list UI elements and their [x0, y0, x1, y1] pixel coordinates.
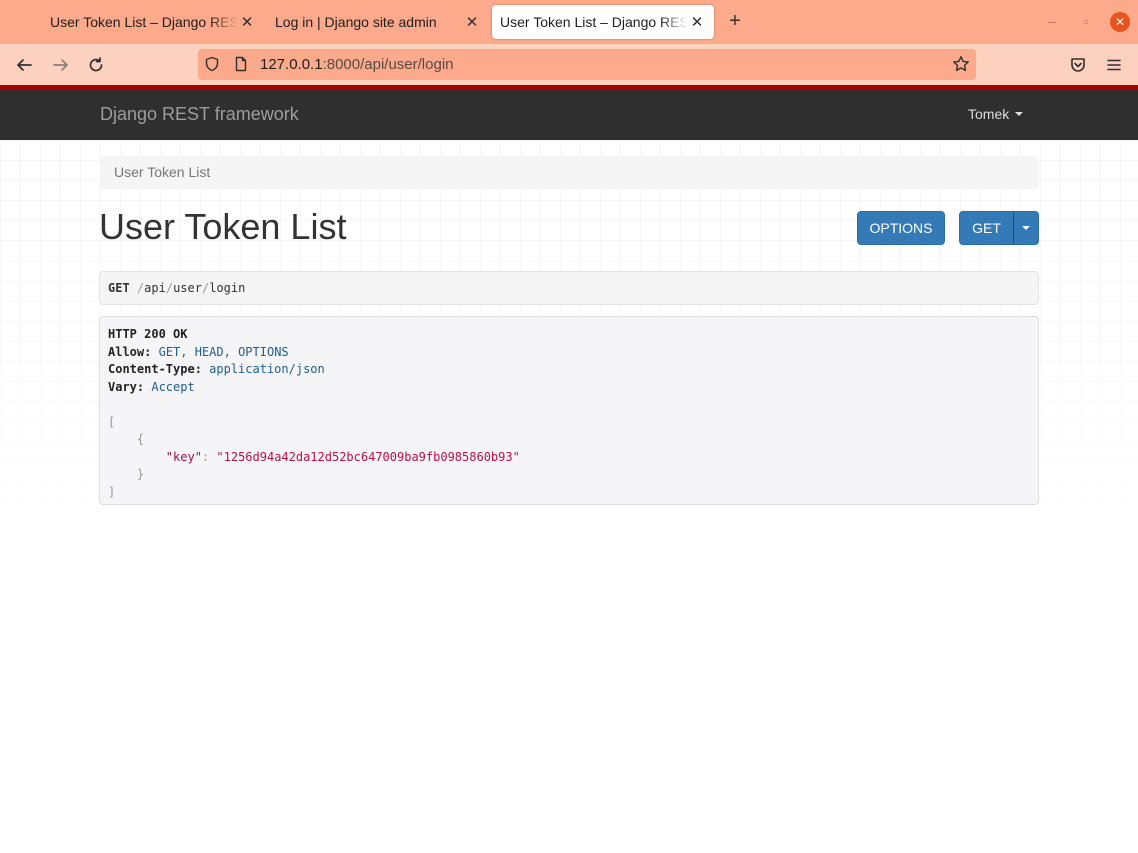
browser-nav-bar: 127.0.0.1:8000/api/user/login [0, 44, 1138, 85]
tab-title: User Token List – Django REST framework [500, 14, 688, 30]
browser-tab-bar: User Token List – Django REST framework … [0, 0, 1138, 44]
path-segment: user [173, 281, 202, 295]
brand-link[interactable]: Django REST framework [100, 104, 299, 125]
close-tab-icon[interactable]: ✕ [238, 13, 256, 31]
breadcrumb: User Token List [100, 156, 1039, 189]
header-value: application/json [209, 362, 325, 376]
back-arrow-icon[interactable] [11, 52, 37, 78]
page-icon[interactable] [233, 56, 249, 77]
browser-tab[interactable]: Log in | Django site admin ✕ [267, 5, 489, 39]
json-key: "key" [165, 449, 202, 464]
path-segment: login [209, 281, 246, 295]
hamburger-menu-icon[interactable] [1101, 52, 1127, 78]
reload-icon[interactable] [83, 52, 109, 78]
get-format-dropdown-button[interactable] [1013, 211, 1039, 245]
json-bracket: ] [108, 484, 116, 499]
get-button[interactable]: GET [959, 211, 1014, 245]
username: Tomek [968, 106, 1010, 122]
browser-tab-active[interactable]: User Token List – Django REST framework … [492, 5, 714, 39]
request-info: GET /api/user/login [99, 271, 1039, 305]
address-bar[interactable]: 127.0.0.1:8000/api/user/login [198, 49, 976, 80]
header-key: Allow: [108, 344, 152, 359]
path-segment: api [144, 281, 166, 295]
request-method: GET [108, 281, 130, 295]
header-value: GET, HEAD, OPTIONS [158, 344, 289, 359]
forward-arrow-icon[interactable] [48, 52, 74, 78]
close-tab-icon[interactable]: ✕ [463, 13, 481, 31]
page-title: User Token List [99, 206, 347, 247]
new-tab-icon[interactable]: + [724, 10, 746, 34]
header-key: Content-Type: [108, 362, 202, 376]
tab-title: Log in | Django site admin [275, 14, 437, 30]
close-window-icon[interactable]: ✕ [1110, 12, 1130, 32]
caret-down-icon [1022, 226, 1030, 230]
url-path: :8000/api/user/login [322, 56, 454, 73]
tab-title: User Token List – Django REST framework [50, 14, 238, 30]
browser-tab[interactable]: User Token List – Django REST framework … [42, 5, 264, 39]
json-brace: } [136, 467, 145, 481]
pocket-icon[interactable] [1065, 52, 1091, 78]
path-separator: / [165, 281, 174, 295]
drf-navbar: Django REST framework Tomek [0, 90, 1138, 140]
header-key: Vary: [108, 379, 145, 394]
response-status: HTTP 200 OK [108, 327, 188, 341]
options-button[interactable]: OPTIONS [857, 211, 945, 245]
json-brace: { [136, 432, 145, 446]
user-menu[interactable]: Tomek [968, 106, 1024, 122]
minimize-window-icon[interactable]: – [1042, 12, 1062, 32]
bookmark-star-icon[interactable] [952, 55, 970, 78]
url-text: 127.0.0.1:8000/api/user/login [260, 56, 454, 73]
breadcrumb-item-active: User Token List [114, 164, 211, 180]
response-info: HTTP 200 OK Allow: GET, HEAD, OPTIONS Co… [99, 316, 1039, 505]
maximize-window-icon[interactable]: ▫ [1076, 12, 1096, 32]
header-value: Accept [151, 379, 195, 394]
json-bracket: [ [108, 414, 116, 429]
url-host: 127.0.0.1 [260, 56, 323, 73]
caret-down-icon [1015, 112, 1024, 116]
json-colon: : [201, 449, 210, 464]
shield-icon[interactable] [204, 56, 220, 77]
json-value: "1256d94a42da12d52bc647009ba9fb0985860b9… [216, 449, 520, 464]
close-tab-icon[interactable]: ✕ [688, 13, 706, 31]
